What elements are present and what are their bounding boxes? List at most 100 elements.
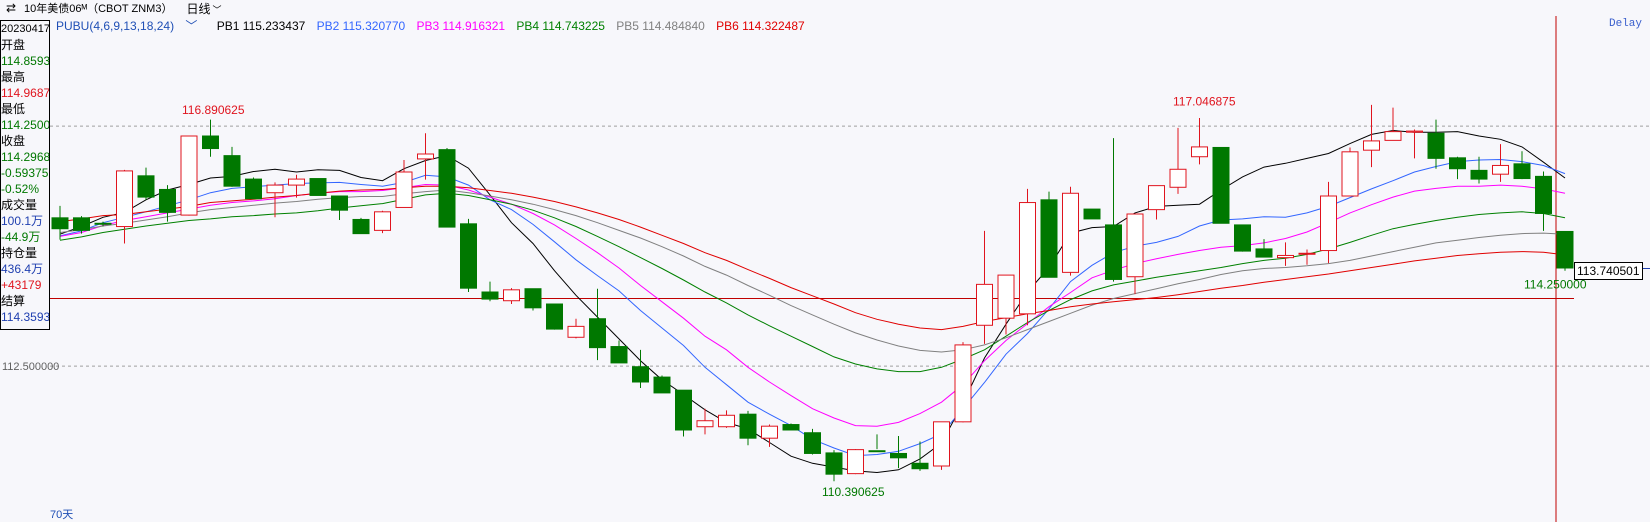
candle	[847, 449, 864, 475]
candle-body	[137, 175, 155, 198]
indicator-selector[interactable]: PUBU(4,6,9,13,18,24) ﹀	[56, 19, 205, 33]
candle	[1169, 127, 1187, 194]
candle-body	[1148, 185, 1165, 211]
candles	[51, 104, 1574, 482]
candle-body	[159, 188, 176, 213]
candle-body	[438, 149, 456, 228]
candle	[1449, 156, 1466, 180]
candle-body	[1126, 213, 1144, 278]
instrument-title[interactable]: 10年美债06ᴹ（CBOT ZNM3）	[24, 0, 172, 16]
candle-body	[696, 420, 714, 428]
candle-body	[890, 452, 907, 459]
candle-body	[911, 462, 929, 470]
info-oi-label: 持仓量	[1, 246, 38, 260]
info-close-label: 收盘	[1, 134, 26, 148]
candle-body	[976, 283, 993, 326]
candle	[309, 178, 327, 196]
candle	[1556, 230, 1574, 271]
reference-price-label: 113.740501	[1574, 262, 1643, 280]
candle	[546, 303, 563, 330]
candle	[739, 410, 757, 446]
chevron-down-icon: ﹀	[212, 4, 222, 15]
legend-pb3: PB3 114.916321	[416, 19, 506, 33]
candle-body	[1255, 248, 1273, 258]
annotation-high-2: 117.046875	[1173, 94, 1236, 108]
candle	[653, 375, 671, 394]
candle-body	[1470, 169, 1488, 180]
price-chart[interactable]: 116.890625 117.046875 110.390625 114.250…	[0, 0, 1650, 522]
candle	[1234, 224, 1251, 252]
candle	[1040, 191, 1058, 278]
candle	[933, 421, 950, 470]
candle	[1212, 146, 1230, 224]
legend-pb5: PB5 114.484840	[616, 19, 705, 33]
candle	[266, 182, 284, 218]
info-change: -0.59375	[1, 166, 49, 180]
candle	[976, 230, 993, 344]
title-bar: ⇄ 10年美债06ᴹ（CBOT ZNM3） 日线 ﹀	[0, 0, 1650, 16]
pb-line-4	[59, 192, 1566, 373]
swap-icon[interactable]: ⇄	[2, 1, 20, 15]
info-change-pct: -0.52%	[1, 182, 40, 196]
candle	[868, 434, 886, 453]
candle	[804, 428, 821, 455]
info-high-label: 最高	[1, 70, 26, 84]
candle	[1062, 186, 1079, 276]
candle	[352, 217, 370, 235]
candle-body	[739, 413, 757, 439]
info-volume: 100.1万	[1, 214, 44, 228]
pb-line-5	[59, 189, 1566, 353]
candle-body	[1083, 208, 1101, 220]
info-open-label: 开盘	[1, 38, 26, 52]
candle	[1363, 104, 1380, 168]
candle-body	[997, 274, 1015, 319]
candle	[245, 177, 262, 200]
candle	[954, 342, 972, 423]
candle	[997, 274, 1015, 335]
candle-body	[1169, 168, 1187, 188]
candle-body	[1535, 175, 1552, 214]
candle-body	[1320, 195, 1337, 252]
candle	[1191, 118, 1208, 165]
info-low: 114.2500	[1, 118, 49, 132]
candle-body	[589, 318, 606, 349]
candle-body	[73, 217, 90, 231]
candle-body	[417, 153, 434, 160]
info-low-label: 最低	[1, 102, 26, 116]
candle-body	[610, 346, 628, 364]
candle-body	[954, 344, 972, 423]
candle-body	[804, 432, 821, 454]
candle-body	[524, 288, 542, 309]
candle-body	[245, 178, 262, 200]
candle-body	[1449, 157, 1466, 170]
period-selector[interactable]: 日线 ﹀	[186, 0, 221, 17]
candle	[417, 133, 434, 180]
candle-body	[51, 217, 69, 230]
candle-body	[503, 289, 520, 302]
candle-body	[1040, 199, 1058, 278]
candle-body	[782, 424, 800, 431]
candle	[782, 423, 800, 431]
candle	[438, 148, 456, 228]
candle	[1019, 188, 1036, 326]
candle	[503, 288, 520, 304]
candle-body	[1363, 140, 1380, 151]
period-label: 日线	[186, 1, 211, 16]
candle-body	[1556, 230, 1574, 269]
annotation-high-1: 116.890625	[182, 103, 245, 117]
candle	[1105, 138, 1122, 282]
candle	[1277, 242, 1294, 266]
candle-body	[632, 366, 649, 383]
candle	[718, 410, 735, 428]
indicator-name: PUBU(4,6,9,13,18,24)	[56, 19, 175, 33]
grid-lines	[50, 16, 1650, 522]
days-label: 70天	[50, 509, 74, 521]
candle-body	[94, 222, 112, 225]
annotation-low: 110.390625	[822, 485, 885, 499]
candle-body	[675, 389, 692, 431]
candle-body	[847, 449, 864, 475]
y-tick-label: 112.500000	[2, 361, 59, 373]
candle-body	[180, 135, 198, 216]
candle-body	[288, 178, 305, 186]
candle	[1535, 171, 1552, 231]
